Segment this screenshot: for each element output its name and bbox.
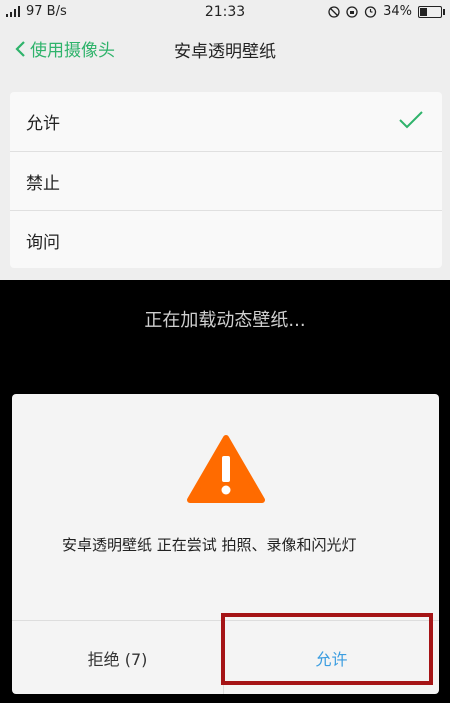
- loading-text: 正在加载动态壁纸...: [144, 310, 306, 331]
- permission-options: 允许 禁止 询问: [10, 92, 442, 268]
- deny-button[interactable]: 拒绝 (7): [12, 621, 223, 694]
- option-ask[interactable]: 询问: [10, 210, 442, 270]
- battery-percent: 34%: [383, 4, 412, 19]
- battery-icon: [418, 5, 445, 18]
- option-label: 允许: [26, 114, 60, 134]
- alarm-icon: [364, 6, 377, 18]
- nav-bar: 使用摄像头 安卓透明壁纸: [0, 24, 450, 74]
- status-bar: 97 B/s 21:33 34%: [0, 0, 450, 24]
- dialog-message: 安卓透明壁纸 正在尝试 拍照、录像和闪光灯: [62, 536, 357, 554]
- checkmark-icon: [399, 111, 423, 129]
- option-allow[interactable]: 允许: [10, 92, 442, 151]
- lock-rotation-icon: [346, 5, 358, 18]
- page-title: 安卓透明壁纸: [174, 42, 276, 62]
- option-label: 询问: [26, 233, 60, 253]
- option-label: 禁止: [26, 174, 60, 194]
- settings-panel: 97 B/s 21:33 34% 使用摄像头 安卓透明壁纸 允许 禁止 询问: [0, 0, 450, 280]
- mute-icon: [328, 5, 340, 18]
- option-deny[interactable]: 禁止: [10, 151, 442, 211]
- highlight-box: [221, 613, 433, 685]
- warning-icon: [187, 435, 265, 503]
